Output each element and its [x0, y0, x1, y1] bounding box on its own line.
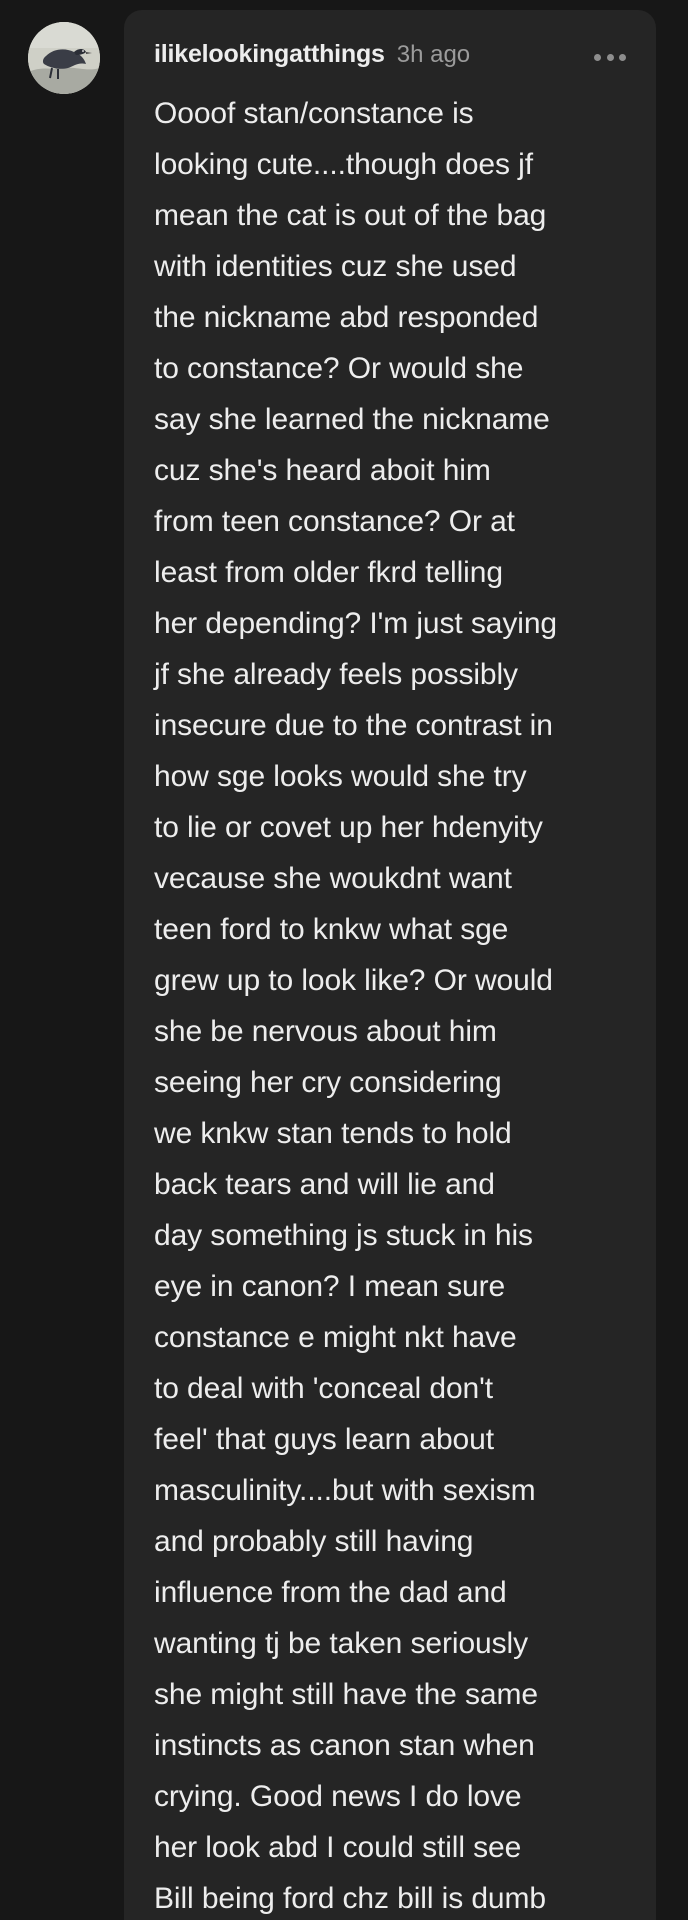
comment-line: to lie or covet up her hdenyity [154, 811, 543, 844]
comment-line: insecure due to the contrast in [154, 709, 553, 742]
comment-line: mean the cat is out of the bag [154, 199, 547, 232]
comment-line: she might still have the same [154, 1678, 538, 1711]
more-dot [619, 53, 626, 61]
comment-line: her look abd I could still see [154, 1831, 522, 1864]
comment-line: vecause she woukdnt want [154, 862, 512, 895]
comment-line: and probably still having [154, 1525, 474, 1558]
username[interactable]: ilikelookingatthings [154, 40, 385, 69]
comment-line: masculinity....but with sexism [154, 1474, 536, 1507]
comment-line: she be nervous about him [154, 1015, 497, 1048]
more-dot [606, 53, 614, 61]
comment-line: crying. Good news I do love [154, 1780, 522, 1813]
comment-line: jf she already feels possibly [154, 658, 518, 691]
comment-line: the nickname abd responded [154, 301, 539, 334]
comment-line: least from older fkrd telling [154, 556, 503, 589]
comment-line: say she learned the nickname [154, 403, 550, 436]
more-horizontal-icon[interactable] [594, 50, 626, 64]
more-dot [594, 53, 601, 61]
avatar[interactable] [28, 22, 100, 94]
timestamp: 3h ago [396, 41, 471, 68]
comment-line: day something js stuck in his [154, 1219, 533, 1252]
comment-line: eye in canon? I mean sure [154, 1270, 506, 1303]
comment-line: we knkw stan tends to hold [154, 1117, 512, 1150]
comment-line: grew up to look like? Or would [154, 964, 553, 997]
comment-line: how sge looks would she try [154, 760, 527, 793]
comment-header: ilikelookingatthings 3h ago [154, 40, 470, 74]
comment-line: instincts as canon stan when [154, 1729, 535, 1762]
comment-line: constance e might nkt have [154, 1321, 517, 1354]
comment-line: from teen constance? Or at [154, 505, 515, 538]
comment-line: feel' that guys learn about [154, 1423, 494, 1456]
crow-avatar [28, 22, 100, 94]
comment-text: Oooof stan/constance is looking cute....… [154, 88, 634, 1920]
comment-line: looking cute....though does jf [154, 148, 533, 181]
comment-line: back tears and will lie and [154, 1168, 495, 1201]
comment-line: her depending? I'm just saying [154, 607, 557, 640]
comment-line: cuz she's heard aboit him [154, 454, 491, 487]
comment-line: teen ford to knkw what sge [154, 913, 509, 946]
comment-line: to deal with 'conceal don't [154, 1372, 493, 1405]
comment-line: influence from the dad and [154, 1576, 507, 1609]
comment-line: Bill being ford chz bill is dumb [154, 1882, 546, 1915]
comment-line: wanting tj be taken seriously [154, 1627, 528, 1660]
comment-card: ilikelookingatthings 3h ago Oooof stan/c… [124, 10, 656, 1920]
comment-line: seeing her cry considering [154, 1066, 502, 1099]
comment-line: Oooof stan/constance is [154, 97, 474, 130]
comment-line: to constance? Or would she [154, 352, 524, 385]
comment-line: with identities cuz she used [154, 250, 517, 283]
